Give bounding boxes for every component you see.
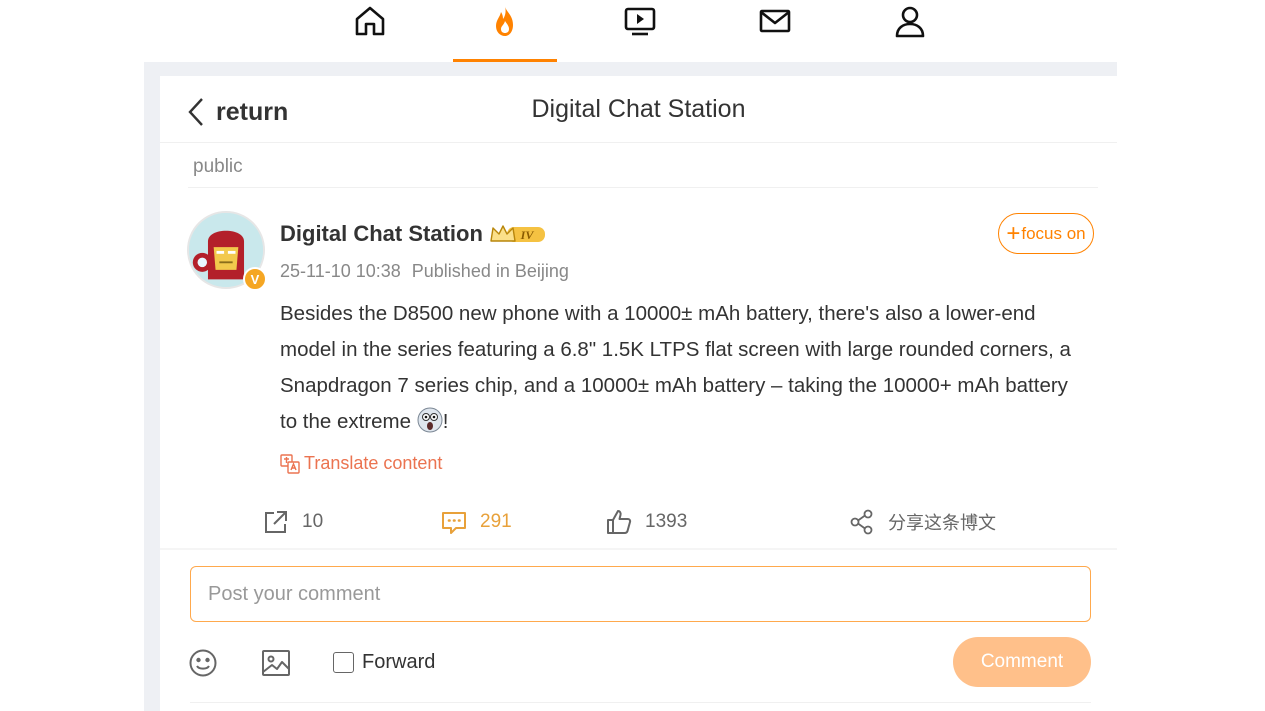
post-body: Besides the D8500 new phone with a 10000…: [280, 296, 1080, 440]
emoji-picker-icon[interactable]: [188, 648, 218, 678]
page-header: return Digital Chat Station: [160, 76, 1117, 143]
level-badge-text: IV: [520, 228, 535, 242]
post-timestamp[interactable]: 25-11-10 10:38: [280, 261, 401, 281]
post-location: Published in Beijing: [411, 261, 569, 281]
checkbox-box[interactable]: [333, 652, 354, 673]
translate-label: Translate content: [304, 453, 443, 473]
post-text-end: !: [442, 410, 449, 433]
author-name[interactable]: Digital Chat Station: [280, 221, 483, 247]
share-icon: [850, 509, 873, 535]
follow-label: focus on: [1021, 223, 1086, 243]
divider: [190, 702, 1091, 703]
comment-count-button[interactable]: 291: [440, 504, 512, 540]
divider: [160, 548, 1117, 550]
profile-icon: [895, 6, 925, 38]
mail-icon: [759, 9, 791, 33]
author-name-row: Digital Chat Station IV: [280, 221, 547, 247]
repost-icon: [265, 511, 287, 533]
top-navigation: [0, 0, 1265, 62]
share-label: 分享这条博文: [888, 513, 996, 533]
shocked-face-emoji-icon: [417, 407, 443, 433]
video-icon: [624, 7, 656, 36]
nav-messages[interactable]: [723, 0, 827, 62]
post-text: Besides the D8500 new phone with a 10000…: [280, 302, 1071, 433]
comment-icon: [442, 512, 466, 534]
forward-label: Forward: [362, 651, 436, 673]
post-action-bar: 10 291 1393 分享这条博文: [160, 504, 1117, 546]
verified-badge: V: [243, 267, 267, 291]
visibility-label: public: [193, 156, 243, 177]
forward-checkbox[interactable]: Forward: [333, 651, 435, 674]
post-meta: 25-11-10 10:38 Published in Beijing: [280, 261, 569, 282]
crown-icon: IV: [490, 225, 545, 242]
comment-input[interactable]: [190, 566, 1091, 622]
nav-video[interactable]: [588, 0, 692, 62]
home-icon: [355, 6, 385, 36]
level-crown-badge: IV: [489, 223, 547, 245]
comment-count: 291: [480, 511, 512, 532]
comment-submit-button[interactable]: Comment: [953, 637, 1091, 687]
thumbs-up-icon: [607, 510, 632, 534]
translate-link[interactable]: Translate content: [280, 453, 442, 474]
image-upload-icon[interactable]: [261, 648, 291, 678]
like-count: 1393: [645, 511, 688, 532]
nav-profile[interactable]: [858, 0, 962, 62]
share-button[interactable]: 分享这条博文: [848, 504, 996, 540]
nav-home[interactable]: [318, 0, 422, 62]
divider: [188, 187, 1098, 188]
content-frame-left: [144, 62, 160, 711]
follow-button[interactable]: + focus on: [998, 213, 1094, 254]
translate-icon: [280, 453, 300, 474]
page-title: Digital Chat Station: [531, 95, 746, 123]
plus-icon: +: [1006, 219, 1021, 247]
repost-button[interactable]: 10: [262, 504, 323, 540]
like-button[interactable]: 1393: [605, 504, 687, 540]
fire-icon: [496, 6, 513, 36]
content-frame-top: [144, 62, 1117, 76]
nav-hot[interactable]: [453, 0, 557, 62]
post-detail-card: return Digital Chat Station public V Dig…: [160, 76, 1117, 711]
repost-count: 10: [302, 511, 324, 532]
